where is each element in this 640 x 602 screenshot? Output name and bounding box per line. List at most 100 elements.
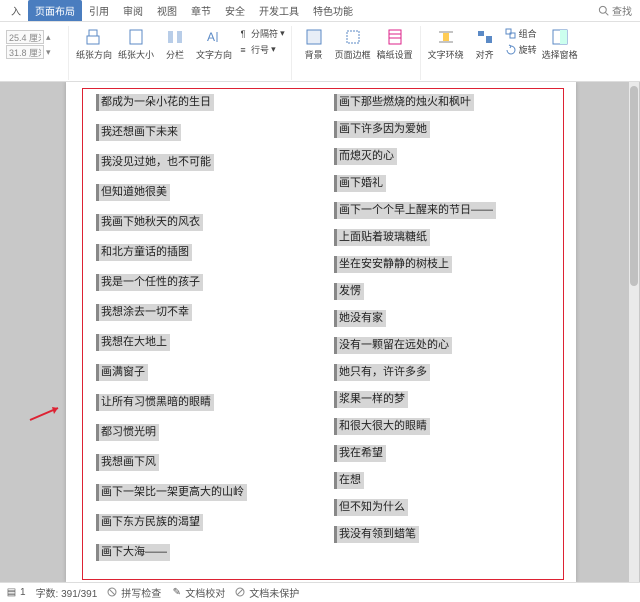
text-line[interactable]: 但知道她很美 [96,184,310,201]
breaks-button[interactable]: ¶分隔符▾ [235,26,287,41]
text-line[interactable]: 画下东方民族的渴望 [96,514,310,531]
columns-label: 分栏 [166,48,184,61]
text-line[interactable]: 和很大很大的眼睛 [334,418,548,435]
text-line[interactable]: 发愣 [334,283,548,300]
text-line[interactable]: 画满窗子 [96,364,310,381]
text-line[interactable]: 我还想画下未来 [96,124,310,141]
text-line[interactable]: 画下那些燃烧的烛火和枫叶 [334,94,548,111]
stepper-icon[interactable]: ▴ [46,32,51,43]
text-line[interactable]: 我没见过她，也不可能 [96,154,310,171]
tab-page-layout[interactable]: 页面布局 [28,0,82,21]
text-content: 我还想画下未来 [99,124,181,141]
text-content: 而熄灭的心 [337,148,397,165]
manuscript-label: 稿纸设置 [377,48,413,61]
text-content: 画满窗子 [99,364,148,381]
text-line[interactable]: 我是一个任性的孩子 [96,274,310,291]
status-protect[interactable]: 文档未保护 [235,585,299,600]
text-line[interactable]: 我想涂去一切不幸 [96,304,310,321]
text-content: 都习惯光明 [99,424,159,441]
group-button[interactable]: 组合 [503,26,539,41]
pageborder-button[interactable]: 页面边框 [332,26,374,63]
text-content: 她没有家 [337,310,386,327]
text-line[interactable]: 上面贴着玻璃糖纸 [334,229,548,246]
selection-pane-label: 选择窗格 [542,48,578,61]
text-line[interactable]: 和北方童话的插图 [96,244,310,261]
vertical-scrollbar[interactable] [629,82,639,582]
text-line[interactable]: 坐在安安静静的树枝上 [334,256,548,273]
text-line[interactable]: 她没有家 [334,310,548,327]
margin-top-input[interactable] [6,30,44,44]
text-line[interactable]: 我在希望 [334,445,548,462]
tab-special[interactable]: 特色功能 [306,0,360,21]
text-line[interactable]: 没有一颗留在远处的心 [334,337,548,354]
status-wordcount[interactable]: 字数: 391/391 [36,585,98,600]
text-content: 我想涂去一切不幸 [99,304,192,321]
menu-tabs: 入 页面布局 引用 审阅 视图 章节 安全 开发工具 特色功能 查找 [0,0,640,22]
tab-review[interactable]: 审阅 [116,0,150,21]
search-box[interactable]: 查找 [598,3,640,18]
text-line[interactable]: 画下婚礼 [334,175,548,192]
page-number: 1 [20,587,26,598]
status-proof[interactable]: ✎文档校对 [171,585,225,600]
selection-pane-button[interactable]: 选择窗格 [539,26,581,63]
tab-security[interactable]: 安全 [218,0,252,21]
columns-button[interactable]: 分栏 [157,26,193,63]
pageborder-label: 页面边框 [335,48,371,61]
text-line[interactable]: 她只有，许许多多 [334,364,548,381]
text-content: 画下婚礼 [337,175,386,192]
papersize-button[interactable]: 纸张大小 [115,26,157,63]
orientation-button[interactable]: 纸张方向 [73,26,115,63]
text-line[interactable]: 都习惯光明 [96,424,310,441]
text-line[interactable]: 浆果一样的梦 [334,391,548,408]
manuscript-button[interactable]: 稿纸设置 [374,26,416,63]
background-button[interactable]: 背景 [296,26,332,63]
tab-references[interactable]: 引用 [82,0,116,21]
margin-side-input[interactable] [6,45,44,59]
linenum-label: 行号 [251,43,269,56]
text-line[interactable]: 我没有领到蜡笔 [334,526,548,543]
text-content: 浆果一样的梦 [337,391,408,408]
linenum-button[interactable]: ≡行号▾ [235,42,287,57]
ribbon: ▴ ▾ 纸张方向 纸张大小 分栏 A 文字方向 ¶分隔符▾ ≡行号▾ 背景 [0,22,640,82]
align-label: 对齐 [476,48,494,61]
text-line[interactable]: 在想 [334,472,548,489]
tab-section[interactable]: 章节 [184,0,218,21]
text-line[interactable]: 画下一个个早上醒来的节日—— [334,202,548,219]
textdir-icon: A [205,28,223,46]
protect-icon [235,587,246,598]
text-line[interactable]: 我想在大地上 [96,334,310,351]
stepper-icon[interactable]: ▾ [46,47,51,58]
scrollbar-thumb[interactable] [630,86,638,286]
text-line[interactable]: 让所有习惯黑暗的眼睛 [96,394,310,411]
textdir-button[interactable]: A 文字方向 [193,26,235,63]
wrap-icon [437,28,455,46]
textdir-label: 文字方向 [196,48,232,61]
papersize-label: 纸张大小 [118,48,154,61]
text-line[interactable]: 画下许多因为爱她 [334,121,548,138]
document-canvas[interactable]: 都成为一朵小花的生日我还想画下未来我没见过她，也不可能但知道她很美我画下她秋天的… [0,82,640,582]
text-content: 我没见过她，也不可能 [99,154,214,171]
status-page[interactable]: ▤1 [6,587,26,598]
text-line[interactable]: 而熄灭的心 [334,148,548,165]
text-line[interactable]: 画下一架比一架更高大的山岭 [96,484,310,501]
status-spellcheck[interactable]: 拼写检查 [107,585,161,600]
text-line[interactable]: 都成为一朵小花的生日 [96,94,310,111]
page: 都成为一朵小花的生日我还想画下未来我没见过她，也不可能但知道她很美我画下她秋天的… [66,82,576,582]
tab-insert[interactable]: 入 [4,0,28,21]
text-content: 她只有，许许多多 [337,364,430,381]
text-line[interactable]: 画下大海—— [96,544,310,561]
text-content: 但不知为什么 [337,499,408,516]
text-columns: 都成为一朵小花的生日我还想画下未来我没见过她，也不可能但知道她很美我画下她秋天的… [96,94,548,572]
align-button[interactable]: 对齐 [467,26,503,63]
text-line[interactable]: 我想画下风 [96,454,310,471]
tab-view[interactable]: 视图 [150,0,184,21]
text-line[interactable]: 我画下她秋天的风衣 [96,214,310,231]
rotate-button[interactable]: 旋转 [503,42,539,57]
tab-devtools[interactable]: 开发工具 [252,0,306,21]
text-content: 在想 [337,472,364,489]
text-line[interactable]: 但不知为什么 [334,499,548,516]
text-content: 我在希望 [337,445,386,462]
wrap-button[interactable]: 文字环绕 [425,26,467,63]
text-content: 上面贴着玻璃糖纸 [337,229,430,246]
selection-pane-icon [551,28,569,46]
